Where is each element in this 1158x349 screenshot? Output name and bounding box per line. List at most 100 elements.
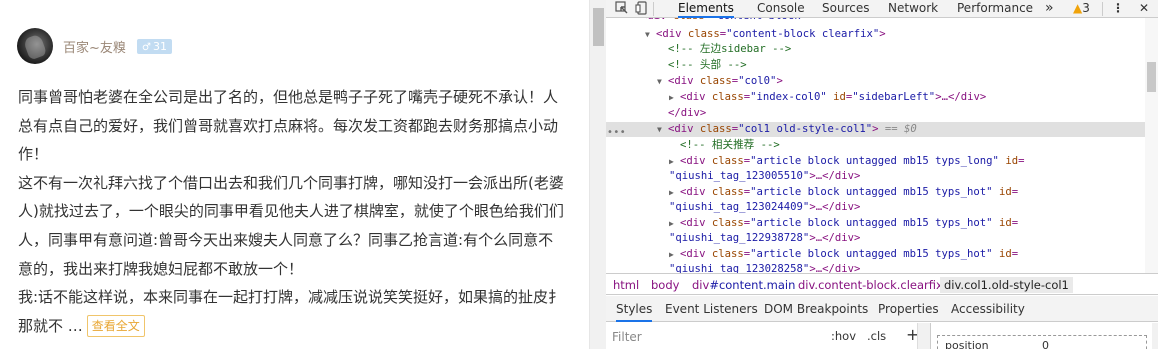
content-line: 我:话不能这样说，本来同事在一起打打牌，减减压说说笑笑挺好，如果搞的扯皮扌 [18, 288, 564, 307]
box-model-scrollbar[interactable] [1152, 323, 1158, 349]
node-tag-end: > [776, 75, 783, 87]
breadcrumb-div-content[interactable]: div#content.main [688, 277, 799, 293]
console-reference: == $0 [878, 123, 917, 135]
node-attr-value: "sidebarLeft" [852, 91, 936, 103]
expand-triangle-icon[interactable]: ▶ [669, 90, 680, 105]
tab-console[interactable]: Console [757, 0, 805, 18]
tab-performance[interactable]: Performance [957, 0, 1033, 18]
avatar[interactable] [17, 28, 53, 64]
dom-node-selected[interactable]: ▼ <div class="col1 old-style-col1"> == $0 [606, 122, 1145, 137]
dom-node[interactable]: ▼ <div class="content-block clearfix"> [606, 27, 1145, 42]
dom-node-wrap[interactable]: "qiushi_tag_123005510">…</div> [606, 169, 1145, 184]
gender-age-badge: ♂ 31 [137, 39, 172, 54]
styles-filter-row: :hov .cls + position 0 [606, 323, 1158, 349]
node-tag-end: >…</div> [809, 201, 861, 213]
dom-node[interactable]: ▼ <div class="col0"> [606, 74, 1145, 89]
dom-node-wrap[interactable]: "qiushi_tag_123028258">…</div> [606, 262, 1145, 273]
node-attr-value: "qiushi_tag_122938728" [669, 232, 810, 244]
dom-tree[interactable]: <div class="content-block" ▼<div class="… [606, 18, 1145, 273]
node-attr: class [699, 75, 732, 87]
content-line: 作！ [18, 145, 49, 164]
node-attr: id [998, 248, 1012, 260]
inspect-element-icon[interactable] [615, 1, 629, 17]
close-icon[interactable]: ✕ [1139, 0, 1149, 18]
dom-node-wrap[interactable]: "qiushi_tag_123024409">…</div> [606, 200, 1145, 215]
node-tag-end: > [879, 28, 886, 40]
dom-comment[interactable]: <!-- 左边sidebar --> [606, 42, 1145, 57]
hover-state-toggle[interactable]: :hov [831, 329, 856, 343]
breadcrumb-selector: #content.main [709, 278, 796, 292]
dom-node[interactable]: ▶ <div class="article block untagged mb15… [606, 154, 1145, 169]
breadcrumb-content-block[interactable]: div.content-block.clearfix [794, 277, 947, 293]
breadcrumb-body[interactable]: body [647, 277, 683, 293]
content-line: 同事曾哥怕老婆在全公司是出了名的，但他总是鸭子子死了嘴壳子硬死不承认！人 [18, 88, 559, 106]
styles-scrollbar[interactable] [917, 323, 930, 349]
collapse-triangle-icon[interactable]: ▼ [645, 27, 656, 42]
node-attr: class [711, 186, 744, 198]
dom-tree-scrollbar[interactable] [1145, 18, 1158, 273]
node-attr-value: "content-block clearfix" [726, 28, 880, 40]
node-attr-value: "article block untagged mb15 typs_long" [750, 155, 999, 167]
dom-comment[interactable]: <!-- 头部 --> [606, 58, 1145, 73]
expand-triangle-icon[interactable]: ▶ [669, 154, 680, 169]
content-line: 人)就找过去了，一个眼尖的同事甲看见他夫人进了棋牌室，就使了个眼色给我们们 [18, 202, 564, 221]
node-attr: class [711, 155, 744, 167]
page-content: 百家~友糗 ♂ 31 同事曾哥怕老婆在全公司是出了名的，但他总是鸭子子死了嘴壳子硬… [0, 0, 589, 349]
warnings-counter[interactable]: ▲3 [1073, 0, 1090, 18]
node-tag: </div> [668, 107, 707, 119]
node-tag: <div [680, 91, 712, 103]
tab-accessibility[interactable]: Accessibility [951, 296, 1025, 322]
node-attr-value: "article block untagged mb15 typs_hot" [750, 217, 993, 229]
expand-triangle-icon[interactable]: ▶ [669, 185, 680, 200]
tab-network[interactable]: Network [888, 0, 938, 18]
dom-node-wrap[interactable]: "qiushi_tag_122938728">…</div> [606, 231, 1145, 246]
node-attr: class [687, 28, 720, 40]
customize-menu-icon[interactable]: ⋮ [1112, 0, 1124, 18]
node-tag: <div [680, 155, 712, 167]
collapse-triangle-icon[interactable]: ▼ [657, 74, 668, 89]
tab-properties[interactable]: Properties [878, 296, 939, 322]
dom-node-close[interactable]: </div> [606, 106, 1145, 121]
tab-sources[interactable]: Sources [822, 0, 869, 18]
node-tag: <div [680, 186, 712, 198]
dom-comment[interactable]: <!-- 相关推荐 --> [606, 138, 1145, 153]
position-value[interactable]: 0 [1042, 339, 1049, 349]
node-actions-ellipsis-icon[interactable]: ••• [607, 127, 626, 138]
toolbar-separator [1102, 2, 1103, 16]
dom-node[interactable]: ▶ <div class="article block untagged mb15… [606, 247, 1145, 262]
node-tag: <div [668, 123, 700, 135]
breadcrumb-current[interactable]: div.col1.old-style-col1 [940, 277, 1073, 293]
page-scrollbar[interactable] [589, 0, 606, 349]
dom-node[interactable]: ▶ <div class="index-col0" id="sidebarLeft… [606, 90, 1145, 105]
page-scrollbar-thumb[interactable] [593, 8, 604, 46]
warning-icon: ▲ [1073, 1, 1083, 15]
dom-node[interactable]: ▶ <div class="article block untagged mb15… [606, 185, 1145, 200]
breadcrumb: html body div#content.main div.content-b… [606, 273, 1158, 295]
tab-elements[interactable]: Elements [678, 0, 734, 18]
dom-node[interactable]: <div class="content-block" [606, 18, 1145, 24]
dom-tree-scrollbar-thumb[interactable] [1147, 62, 1156, 92]
node-tag: <div [680, 248, 712, 260]
breadcrumb-html[interactable]: html [609, 277, 643, 293]
dom-node[interactable]: ▶ <div class="article block untagged mb15… [606, 216, 1145, 231]
tab-dom-breakpoints[interactable]: DOM Breakpoints [764, 296, 868, 322]
class-toggle[interactable]: .cls [867, 329, 886, 343]
node-attr-value: "qiushi_tag_123005510" [669, 170, 810, 182]
collapse-triangle-icon[interactable]: ▼ [657, 122, 668, 137]
styles-filter-input[interactable] [612, 328, 812, 346]
content-line: 总有点自己的爱好，我们曾哥就喜欢打点麻将。每次发工资都跑去财务那搞点小动 [18, 116, 559, 135]
expand-triangle-icon[interactable]: ▶ [669, 247, 680, 262]
node-attr: class [699, 123, 732, 135]
device-toolbar-icon[interactable] [635, 1, 649, 17]
node-attr: id [998, 217, 1012, 229]
tab-styles[interactable]: Styles [616, 296, 653, 322]
joke-content[interactable]: 同事曾哥怕老婆在全公司是出了名的，但他总是鸭子子死了嘴壳子硬死不承认！人 总有点… [18, 83, 589, 340]
more-tabs-icon[interactable]: » [1045, 0, 1054, 18]
node-attr: id [833, 91, 846, 103]
tab-event-listeners[interactable]: Event Listeners [665, 296, 758, 322]
age-value: 31 [152, 40, 167, 53]
expand-triangle-icon[interactable]: ▶ [669, 216, 680, 231]
username-link[interactable]: 百家~友糗 [63, 37, 126, 56]
read-more-button[interactable]: 查看全文 [86, 315, 145, 338]
warning-count: 3 [1082, 1, 1090, 15]
